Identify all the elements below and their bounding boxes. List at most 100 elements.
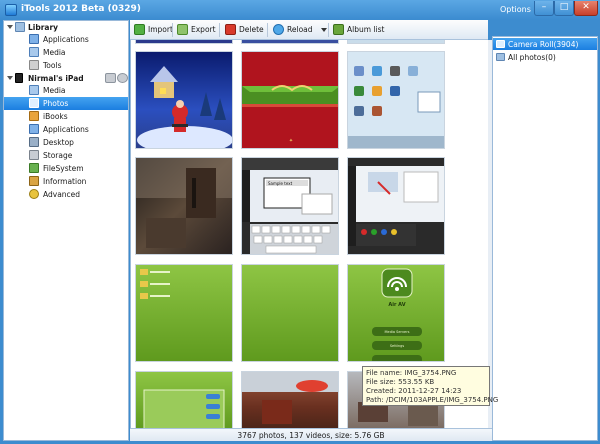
delete-icon — [225, 24, 236, 35]
sidebar-item-photos[interactable]: Photos — [4, 97, 128, 110]
toolbar: Import Export Delete Reload Album list — [130, 20, 488, 40]
sidebar-item-label: Desktop — [43, 138, 74, 147]
sidebar-item-desktop[interactable]: Desktop — [4, 136, 128, 149]
storage-icon — [29, 150, 39, 160]
applications-icon — [29, 124, 39, 134]
camera-roll-icon — [496, 40, 505, 48]
ipad-sample-text-image: Sample text — [242, 158, 338, 254]
library-icon — [15, 22, 25, 32]
sidebar-item-label: Information — [43, 177, 87, 186]
red-christmas-card-image: ✦ — [242, 85, 338, 144]
album-list-label: Album list — [347, 25, 385, 34]
reload-label: Reload — [287, 25, 313, 34]
itools-app-icon — [5, 4, 17, 16]
battery-icon — [105, 73, 116, 83]
sidebar-item-label: Applications — [43, 35, 89, 44]
photo-thumbnail-green-folders[interactable] — [135, 264, 233, 362]
photo-thumbnail[interactable] — [135, 40, 233, 44]
import-icon — [134, 24, 145, 35]
media-icon — [29, 47, 39, 57]
sidebar-item-label: Advanced — [43, 190, 81, 199]
photo-sample-text: Sample text — [268, 181, 293, 186]
sidebar-item-library-media[interactable]: Media — [4, 46, 128, 59]
photo-thumbnail-ipad-sample-text[interactable]: Sample text — [241, 157, 339, 255]
photo-thumbnail-air-av[interactable]: Air AV Media Servers Settings — [347, 264, 445, 362]
minimize-button[interactable]: – — [534, 1, 554, 16]
ipad-browser-image — [348, 166, 444, 246]
dark-room-image — [136, 158, 232, 248]
window-title: iTools 2012 Beta (0329) — [21, 4, 141, 14]
air-av-media-servers: Media Servers — [385, 330, 410, 334]
tools-icon — [29, 60, 39, 70]
album-label: All photos(0) — [508, 53, 556, 62]
sidebar-item-storage[interactable]: Storage — [4, 149, 128, 162]
sidebar-item-label: iBooks — [43, 112, 68, 121]
sidebar-item-label: FileSystem — [43, 164, 84, 173]
close-button[interactable]: ✕ — [574, 1, 598, 16]
export-label: Export — [191, 25, 216, 34]
album-item-all-photos[interactable]: All photos(0) — [493, 51, 597, 63]
toolbar-divider — [267, 23, 268, 37]
advanced-icon — [29, 189, 39, 199]
sidebar-item-label: Photos — [43, 99, 69, 108]
sidebar-item-label: Tools — [43, 61, 62, 70]
delete-label: Delete — [239, 25, 264, 34]
sidebar-item-label: Applications — [43, 125, 89, 134]
photo-thumbnail-settings-partial[interactable] — [135, 371, 233, 428]
toolbar-divider — [328, 23, 329, 37]
photos-icon — [29, 98, 39, 108]
album-item-camera-roll[interactable]: Camera Roll(3904) — [493, 38, 597, 50]
tooltip-file-name: File name: IMG_3754.PNG — [366, 369, 457, 377]
album-panel: Camera Roll(3904) All photos(0) — [492, 36, 598, 441]
reload-dropdown-icon[interactable] — [321, 28, 327, 32]
air-av-settings: Settings — [390, 344, 405, 348]
photo-thumbnail-dark-room[interactable] — [135, 157, 233, 255]
sidebar-item-filesystem[interactable]: FileSystem — [4, 162, 128, 175]
photo-thumbnail[interactable] — [347, 40, 445, 44]
sidebar-item-label: Media — [43, 86, 66, 95]
toolbar-divider — [219, 23, 220, 37]
sidebar-item-ibooks[interactable]: iBooks — [4, 110, 128, 123]
photo-thumbnail-green-blank[interactable] — [241, 264, 339, 362]
status-summary: 3767 photos, 137 videos, size: 5.76 GB — [237, 431, 385, 440]
photo-thumbnail-ipad-home-screen[interactable] — [347, 51, 445, 149]
eject-icon[interactable] — [117, 73, 128, 83]
collapse-arrow-icon[interactable] — [7, 25, 13, 29]
photo-thumbnail-outdoor-partial[interactable] — [241, 371, 339, 428]
ipad-icon — [15, 73, 23, 83]
photo-thumbnail-winter-santa[interactable] — [135, 51, 233, 149]
information-icon — [29, 176, 39, 186]
applications-icon — [29, 34, 39, 44]
ibooks-icon — [29, 111, 39, 121]
photo-thumbnail-red-christmas-card[interactable]: ✦ — [241, 51, 339, 149]
filesystem-icon — [29, 163, 39, 173]
sidebar-device-label: Nirmal's iPad — [28, 74, 84, 83]
sidebar-item-advanced[interactable]: Advanced — [4, 188, 128, 201]
sidebar-item-device-applications[interactable]: Applications — [4, 123, 128, 136]
sidebar-item-device-media[interactable]: Media — [4, 84, 128, 97]
sidebar-library-label: Library — [28, 23, 59, 32]
sidebar-item-library-applications[interactable]: Applications — [4, 33, 128, 46]
tooltip-path: Path: /DCIM/103APPLE/IMG_3754.PNG — [366, 396, 499, 404]
air-av-image: Air AV Media Servers Settings — [372, 268, 422, 361]
collapse-arrow-icon[interactable] — [7, 76, 13, 80]
settings-partial-image — [143, 389, 225, 428]
tooltip-created: Created: 2011-12-27 14:23 — [366, 387, 462, 395]
desktop-icon — [29, 137, 39, 147]
reload-icon — [273, 24, 284, 35]
import-label: Import — [148, 25, 173, 34]
photo-thumbnail[interactable] — [241, 40, 339, 44]
options-menu[interactable]: Options — [500, 5, 531, 14]
green-folders-image — [140, 269, 170, 299]
svg-text:✦: ✦ — [289, 138, 293, 144]
photo-info-tooltip: File name: IMG_3754.PNG File size: 553.5… — [362, 366, 499, 406]
toolbar-divider — [172, 23, 173, 37]
photo-thumbnail-ipad-browser[interactable] — [347, 157, 445, 255]
sidebar-item-library-tools[interactable]: Tools — [4, 59, 128, 72]
sidebar-item-label: Media — [43, 48, 66, 57]
status-bar: 3767 photos, 137 videos, size: 5.76 GB — [130, 428, 492, 441]
media-icon — [29, 85, 39, 95]
outdoor-partial-image — [242, 372, 338, 424]
maximize-button[interactable]: □ — [554, 1, 574, 16]
sidebar-item-information[interactable]: Information — [4, 175, 128, 188]
